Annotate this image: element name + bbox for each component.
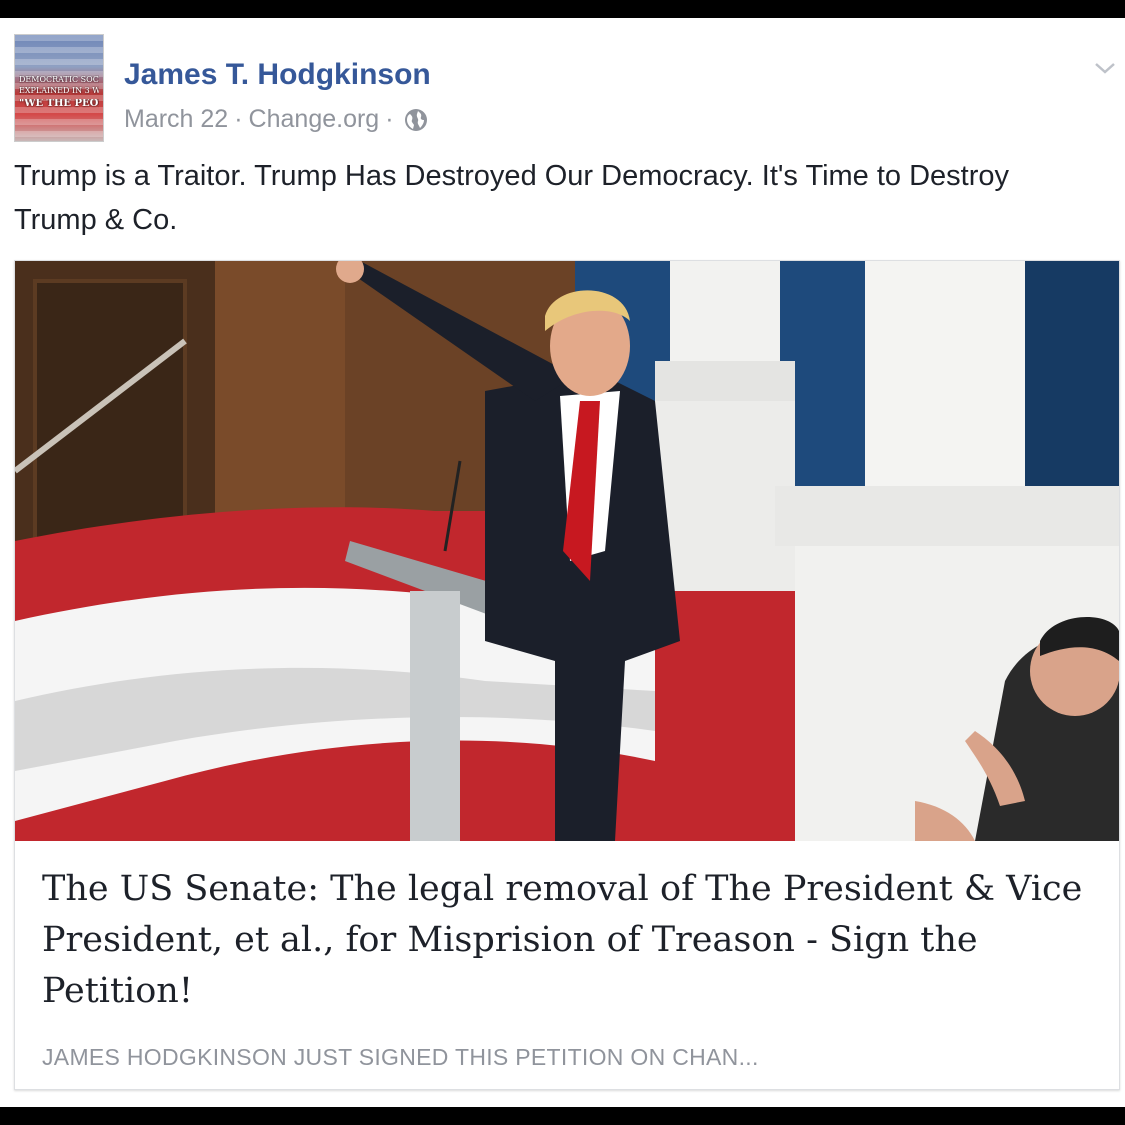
post-date-link[interactable]: March 22 [124,105,228,134]
meta-separator: · [234,105,243,133]
globe-icon[interactable] [404,108,428,132]
link-caption: JAMES HODGKINSON JUST SIGNED THIS PETITI… [42,1044,759,1070]
link-preview-image[interactable] [15,261,1119,841]
link-preview-illustration [15,261,1119,841]
post-source-link[interactable]: Change.org [249,105,380,134]
meta-separator: · [385,105,394,133]
chevron-down-icon[interactable] [1093,56,1117,80]
link-title[interactable]: The US Senate: The legal removal of The … [42,864,1092,1017]
post-text: Trump is a Traitor. Trump Has Destroyed … [14,160,1010,236]
facebook-post: DEMOCRATIC SOCIALISM EXPLAINED IN 3 WORD… [0,18,1125,1107]
link-preview-card[interactable]: The US Senate: The legal removal of The … [14,260,1120,1090]
avatar-text-line: "WE THE PEOPLE" [19,99,99,108]
avatar-text-line: DEMOCRATIC SOCIALISM [19,75,99,84]
post-meta: March 22 · Change.org · [124,105,428,134]
avatar-text-line: EXPLAINED IN 3 WORDS: [19,86,99,95]
avatar[interactable]: DEMOCRATIC SOCIALISM EXPLAINED IN 3 WORD… [14,34,104,142]
author-name-link[interactable]: James T. Hodgkinson [124,58,431,92]
